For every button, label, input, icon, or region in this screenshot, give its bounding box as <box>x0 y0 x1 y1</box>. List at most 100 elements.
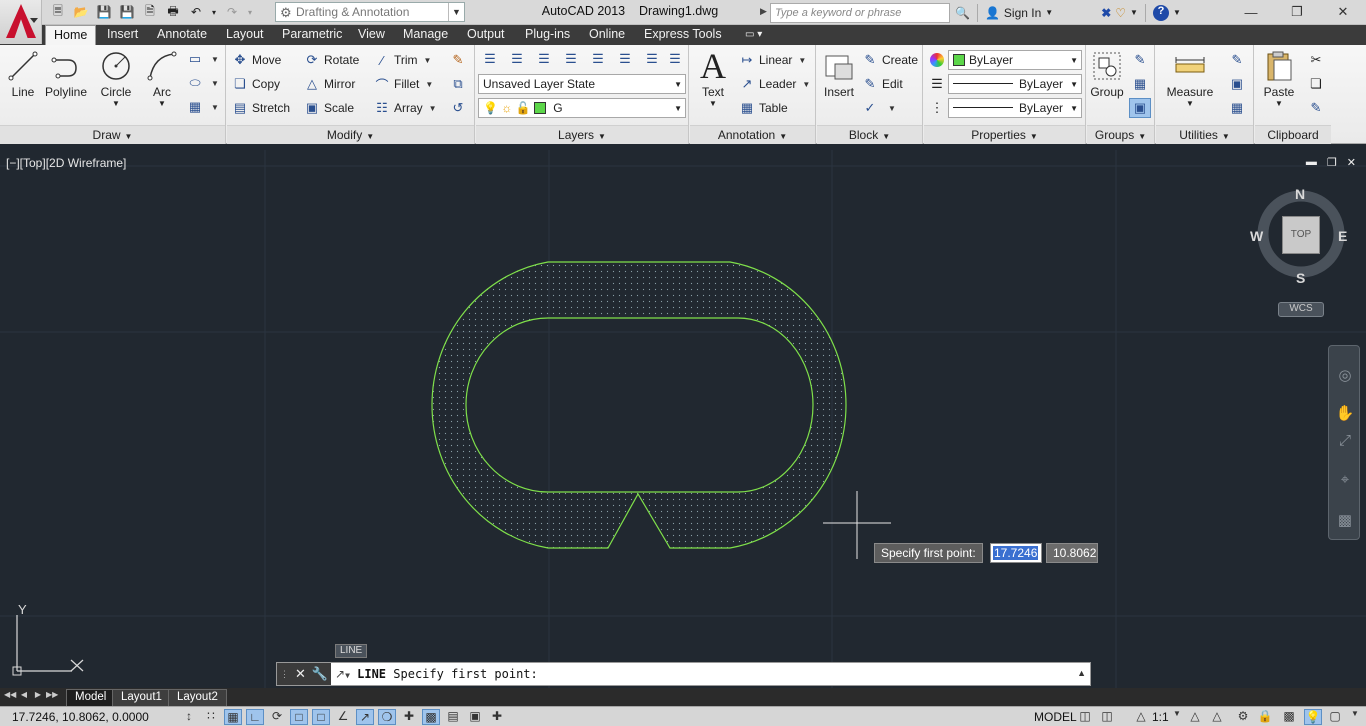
block-attribute-button[interactable]: ✓ ▼ <box>861 98 896 118</box>
stretch-button[interactable]: ▤ Stretch <box>231 98 290 118</box>
restore-icon[interactable]: ❐ <box>1274 0 1320 24</box>
publish-icon[interactable]: 🗎 <box>140 3 160 21</box>
lineweight-dropdown[interactable]: ByLayer ▼ <box>948 74 1082 94</box>
linetype-dropdown[interactable]: ByLayer ▼ <box>948 98 1082 118</box>
groups-panel-title[interactable]: Groups ▼ <box>1087 125 1154 144</box>
leader-button[interactable]: ↗ Leader ▼ <box>738 74 811 94</box>
ribbon-minimize-icon[interactable]: ▭ ▾ <box>745 25 762 45</box>
save-icon[interactable]: 💾 <box>94 3 114 21</box>
quick-view-drawings-icon[interactable]: ◫ <box>1098 709 1116 725</box>
hatch-icon[interactable]: ▦ <box>184 97 206 117</box>
hardware-acceleration-icon[interactable]: ▩ <box>1280 709 1298 725</box>
fillet-button[interactable]: ⌒ Fillet ▼ <box>373 74 433 94</box>
layer-lock-icon[interactable]: ☰ <box>587 49 609 69</box>
close-icon[interactable]: ✕ <box>295 666 306 682</box>
current-layer-dropdown[interactable]: 💡 ☼ 🔓 G ▼ <box>478 98 686 118</box>
tab-insert[interactable]: Insert <box>107 25 138 45</box>
linear-dimension-button[interactable]: ↦ Linear ▼ <box>738 50 807 70</box>
block-panel-title[interactable]: Block ▼ <box>817 125 922 144</box>
copy-clip-icon[interactable]: ❏ <box>1305 74 1327 94</box>
coordinate-display[interactable]: 17.7246, 10.8062, 0.0000 <box>12 710 149 724</box>
drawing-viewport[interactable]: [−][Top][2D Wireframe] ▬ ❐ ✕ TOP N S E W… <box>0 150 1366 688</box>
redo-icon[interactable]: ↷ <box>222 3 242 21</box>
chevron-down-icon[interactable]: ▼ <box>204 49 226 69</box>
line-button[interactable]: Line <box>6 49 40 99</box>
model-space-toggle[interactable]: MODEL <box>1034 710 1077 724</box>
rectangle-icon[interactable]: ▭ <box>184 49 206 69</box>
tab-view[interactable]: View <box>358 25 385 45</box>
select-all-icon[interactable]: ▣ <box>1226 74 1248 94</box>
create-block-button[interactable]: ✎ Create <box>861 50 918 70</box>
transparency-icon[interactable]: ▩ <box>422 709 440 725</box>
grid-display-icon[interactable]: ▦ <box>224 709 242 725</box>
layer-freeze-icon[interactable]: ☰ <box>560 49 582 69</box>
dynamic-input-y-field[interactable]: 10.8062 <box>1046 543 1098 563</box>
copy-button[interactable]: ❏ Copy <box>231 74 280 94</box>
toolbar-lock-icon[interactable]: 🔒 <box>1256 709 1274 725</box>
trim-button[interactable]: ∕ Trim ▼ <box>373 50 432 70</box>
chevron-down-icon[interactable]: ▼ <box>1168 709 1186 725</box>
save-as-icon[interactable]: 💾 <box>117 3 137 21</box>
layer-isolate-icon[interactable]: ☰ <box>506 49 528 69</box>
clean-screen-icon[interactable]: ▢ <box>1326 709 1344 725</box>
layer-properties-icon[interactable]: ☰ <box>479 49 501 69</box>
open-icon[interactable]: 📂 <box>71 3 91 21</box>
isolate-objects-icon[interactable]: 💡 <box>1304 709 1322 725</box>
cut-icon[interactable]: ✂ <box>1305 50 1327 70</box>
edit-block-button[interactable]: ✎ Edit <box>861 74 903 94</box>
paste-button[interactable]: Paste ▼ <box>1259 49 1299 108</box>
modify-panel-title[interactable]: Modify ▼ <box>227 125 474 144</box>
sign-in-dropdown-icon[interactable]: ▼ <box>1045 8 1053 17</box>
application-menu-button[interactable] <box>0 0 42 44</box>
last-layout-icon[interactable]: ▶▶ <box>46 690 58 703</box>
ortho-mode-icon[interactable]: ∟ <box>246 709 264 725</box>
utilities-panel-title[interactable]: Utilities ▼ <box>1156 125 1253 144</box>
auto-scale-icon[interactable]: △ <box>1208 709 1226 725</box>
layer-unisolate-icon[interactable]: ☰ <box>641 49 663 69</box>
minimize-icon[interactable]: — <box>1228 0 1274 24</box>
new-icon[interactable]: 🗏 <box>48 3 68 21</box>
quick-select-icon[interactable]: ✎ <box>1226 50 1248 70</box>
measure-button[interactable]: Measure ▼ <box>1162 49 1218 108</box>
dynamic-input-x-field[interactable]: 17.7246 <box>990 543 1042 563</box>
chevron-down-icon[interactable]: ▼ <box>204 97 226 117</box>
command-history-icon[interactable]: ▲ <box>1077 668 1086 678</box>
sign-in-link[interactable]: Sign In <box>1004 6 1041 20</box>
erase-icon[interactable]: ✎ <box>447 50 469 70</box>
insert-block-button[interactable]: Insert <box>821 49 857 99</box>
annotation-monitor-icon[interactable]: ✚ <box>488 709 506 725</box>
tab-home[interactable]: Home <box>45 25 97 46</box>
annotation-scale[interactable]: 1:1 <box>1152 710 1169 724</box>
user-icon[interactable]: 👤 <box>985 6 1000 20</box>
command-line[interactable]: ⋮ ✕ 🔧 ↗▼ LINE Specify first point: ▲ <box>276 662 1091 686</box>
ucs-icon[interactable] <box>0 600 100 680</box>
search-input[interactable]: Type a keyword or phrase <box>770 3 950 23</box>
workspace-switching-icon[interactable]: ⚙ <box>1234 709 1252 725</box>
command-text[interactable]: ↗▼ LINE Specify first point: <box>335 667 538 681</box>
workspace-dropdown[interactable]: ⚙ Drafting & Annotation ▼ <box>275 2 465 22</box>
text-button[interactable]: A Text ▼ <box>696 46 730 108</box>
undo-icon[interactable]: ↶ <box>186 3 206 21</box>
expand-search-icon[interactable]: ▶ <box>760 6 767 17</box>
polar-tracking-icon[interactable]: ⟳ <box>268 709 286 725</box>
dynamic-input-icon[interactable]: ❍ <box>378 709 396 725</box>
undo-dropdown-icon[interactable]: ▾ <box>209 3 219 21</box>
dropdown-icon[interactable]: ▼ <box>1130 8 1138 17</box>
selection-cycling-icon[interactable]: ▣ <box>466 709 484 725</box>
annotation-panel-title[interactable]: Annotation ▼ <box>690 125 815 144</box>
first-layout-icon[interactable]: ◀◀ <box>4 690 16 703</box>
properties-panel-title[interactable]: Properties ▼ <box>924 125 1085 144</box>
group-edit-icon[interactable]: ▦ <box>1129 74 1151 94</box>
color-dropdown[interactable]: ByLayer ▼ <box>948 50 1082 70</box>
close-icon[interactable]: ✕ <box>1320 0 1366 24</box>
wrench-icon[interactable]: 🔧 <box>312 666 328 682</box>
object-snap-icon[interactable]: □ <box>290 709 308 725</box>
object-snap-tracking-icon[interactable]: ∠ <box>334 709 352 725</box>
tab-parametric[interactable]: Parametric <box>282 25 342 45</box>
snap-mode-icon[interactable]: ∷ <box>202 709 220 725</box>
circle-button[interactable]: Circle ▼ <box>96 49 136 108</box>
move-button[interactable]: ✥ Move <box>231 50 282 70</box>
clipboard-panel-title[interactable]: Clipboard <box>1255 125 1331 144</box>
next-layout-icon[interactable]: ▶ <box>32 690 44 703</box>
help-community-icon[interactable]: ♡ <box>1115 6 1126 20</box>
